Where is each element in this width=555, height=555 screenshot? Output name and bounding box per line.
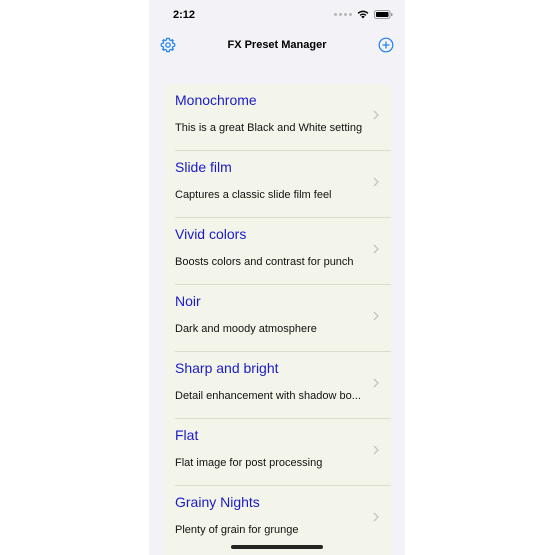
home-indicator[interactable]: [231, 545, 323, 549]
preset-title: Slide film: [175, 159, 232, 175]
status-icons: [334, 10, 393, 19]
chevron-right-icon: [373, 378, 379, 388]
list-item[interactable]: Sharp and bright Detail enhancement with…: [165, 352, 391, 419]
preset-title: Flat: [175, 427, 199, 443]
status-bar: 2:12: [149, 0, 405, 30]
wifi-icon: [357, 10, 369, 19]
preset-description: Detail enhancement with shadow bo...: [175, 390, 361, 402]
list-item[interactable]: Noir Dark and moody atmosphere: [165, 285, 391, 352]
list-item[interactable]: Grainy Nights Plenty of grain for grunge: [165, 486, 391, 553]
preset-title: Noir: [175, 293, 201, 309]
chevron-right-icon: [373, 445, 379, 455]
cellular-signal-icon: [334, 13, 352, 16]
preset-title: Vivid colors: [175, 226, 247, 242]
preset-description: Plenty of grain for grunge: [175, 524, 299, 536]
chevron-right-icon: [373, 177, 379, 187]
preset-description: Dark and moody atmosphere: [175, 323, 317, 335]
list-item[interactable]: Monochrome This is a great Black and Whi…: [165, 84, 391, 151]
list-item[interactable]: Vivid colors Boosts colors and contrast …: [165, 218, 391, 285]
preset-description: Boosts colors and contrast for punch: [175, 256, 354, 268]
chevron-right-icon: [373, 512, 379, 522]
list-item[interactable]: Flat Flat image for post processing: [165, 419, 391, 486]
phone-screen: 2:12 FX Preset Manager Monochrome This i…: [149, 0, 405, 555]
preset-title: Grainy Nights: [175, 494, 260, 510]
chevron-right-icon: [373, 311, 379, 321]
battery-icon: [374, 10, 393, 19]
preset-title: Sharp and bright: [175, 360, 279, 376]
plus-circle-icon[interactable]: [378, 37, 394, 53]
preset-description: Captures a classic slide film feel: [175, 189, 332, 201]
preset-list: Monochrome This is a great Black and Whi…: [165, 84, 391, 555]
chevron-right-icon: [373, 110, 379, 120]
preset-title: Monochrome: [175, 92, 257, 108]
list-item[interactable]: Slide film Captures a classic slide film…: [165, 151, 391, 218]
preset-description: This is a great Black and White setting: [175, 122, 363, 134]
page-title: FX Preset Manager: [227, 39, 327, 51]
navigation-bar: FX Preset Manager: [149, 32, 405, 60]
status-time: 2:12: [173, 9, 196, 21]
preset-description: Flat image for post processing: [175, 457, 323, 469]
chevron-right-icon: [373, 244, 379, 254]
